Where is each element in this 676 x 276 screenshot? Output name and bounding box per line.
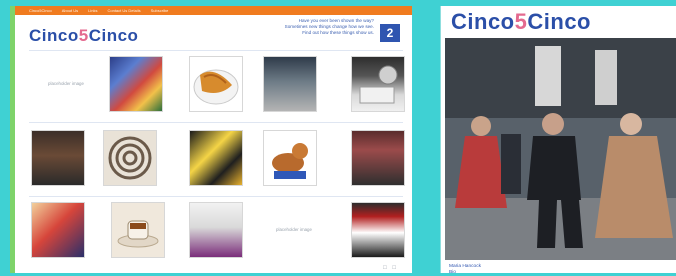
- thumbnail-purple-flowers[interactable]: [189, 202, 243, 258]
- featured-photo[interactable]: [445, 38, 676, 260]
- photo-caption: Maria Hancock Bio: [449, 264, 481, 275]
- nav-item-subscribe[interactable]: Subscribe: [151, 8, 169, 13]
- thumbnail-toy-dog[interactable]: [263, 130, 317, 186]
- thumbnail-teacup[interactable]: [111, 202, 165, 258]
- page-indicator[interactable]: 2: [380, 24, 400, 42]
- thumbnail-kitchen-items[interactable]: [351, 56, 405, 112]
- divider: [29, 50, 403, 51]
- site-logo-large[interactable]: Cinco5Cinco: [451, 9, 591, 35]
- thumbnail-doorway[interactable]: [31, 130, 85, 186]
- thumbnail-abstract-painting[interactable]: [109, 56, 163, 112]
- thumbnail-pastry-plate[interactable]: [189, 56, 243, 112]
- nav-item-about[interactable]: About Us: [62, 8, 78, 13]
- site-logo[interactable]: Cinco5Cinco: [29, 26, 138, 46]
- right-page: Cinco5Cinco Maria Hancock Bio: [440, 6, 676, 275]
- nav-item-links[interactable]: Links: [88, 8, 97, 13]
- thumbnail-figure-painting[interactable]: [31, 202, 85, 258]
- thumbnail-street-scene[interactable]: [263, 56, 317, 112]
- thumbnail-yellow-art[interactable]: [189, 130, 243, 186]
- top-nav: Cinco5Cinco About Us Links Contact Us De…: [15, 6, 412, 15]
- divider: [29, 196, 403, 197]
- left-page: Cinco5Cinco About Us Links Contact Us De…: [10, 6, 412, 273]
- nav-item-contact[interactable]: Contact Us Details: [107, 8, 140, 13]
- placeholder-image: placeholder image: [48, 81, 84, 86]
- thumbnail-spiral[interactable]: [103, 130, 157, 186]
- intro-text: Have you ever been shown the way? Someti…: [284, 18, 374, 35]
- nav-item-home[interactable]: Cinco5Cinco: [29, 8, 52, 13]
- thumbnail-group-photo[interactable]: [351, 130, 405, 186]
- placeholder-image: placeholder image: [276, 227, 312, 232]
- divider: [29, 122, 403, 123]
- thumbnail-car[interactable]: [351, 202, 405, 258]
- pagination-icons[interactable]: □ □: [383, 265, 398, 271]
